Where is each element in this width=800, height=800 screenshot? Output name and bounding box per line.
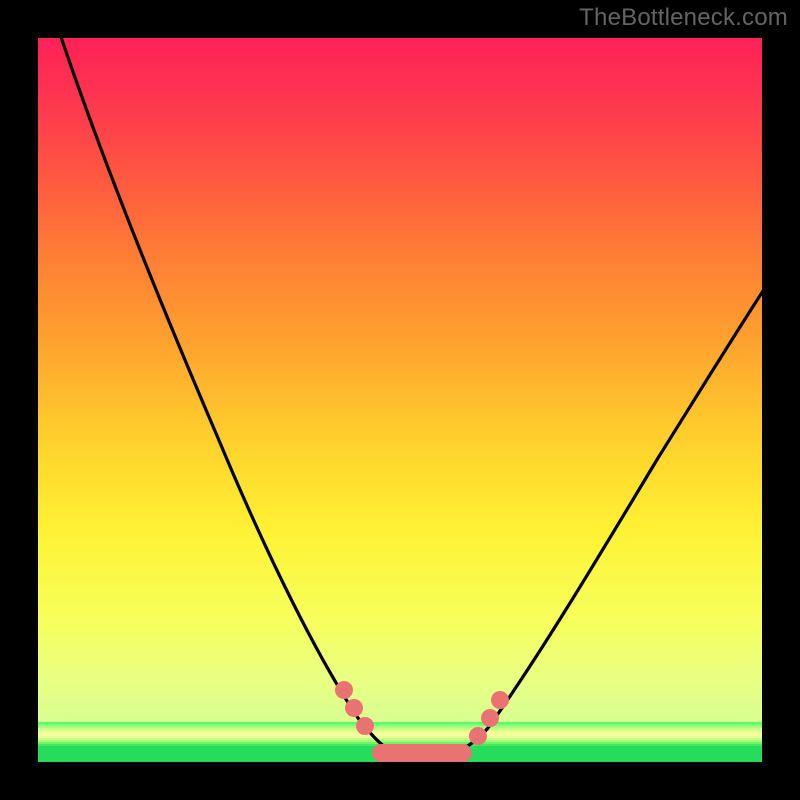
bottleneck-curve <box>58 28 778 756</box>
chart-svg <box>38 38 762 762</box>
watermark-text: TheBottleneck.com <box>579 4 788 32</box>
highlight-dots <box>335 681 509 762</box>
outer-frame: TheBottleneck.com <box>0 0 800 800</box>
